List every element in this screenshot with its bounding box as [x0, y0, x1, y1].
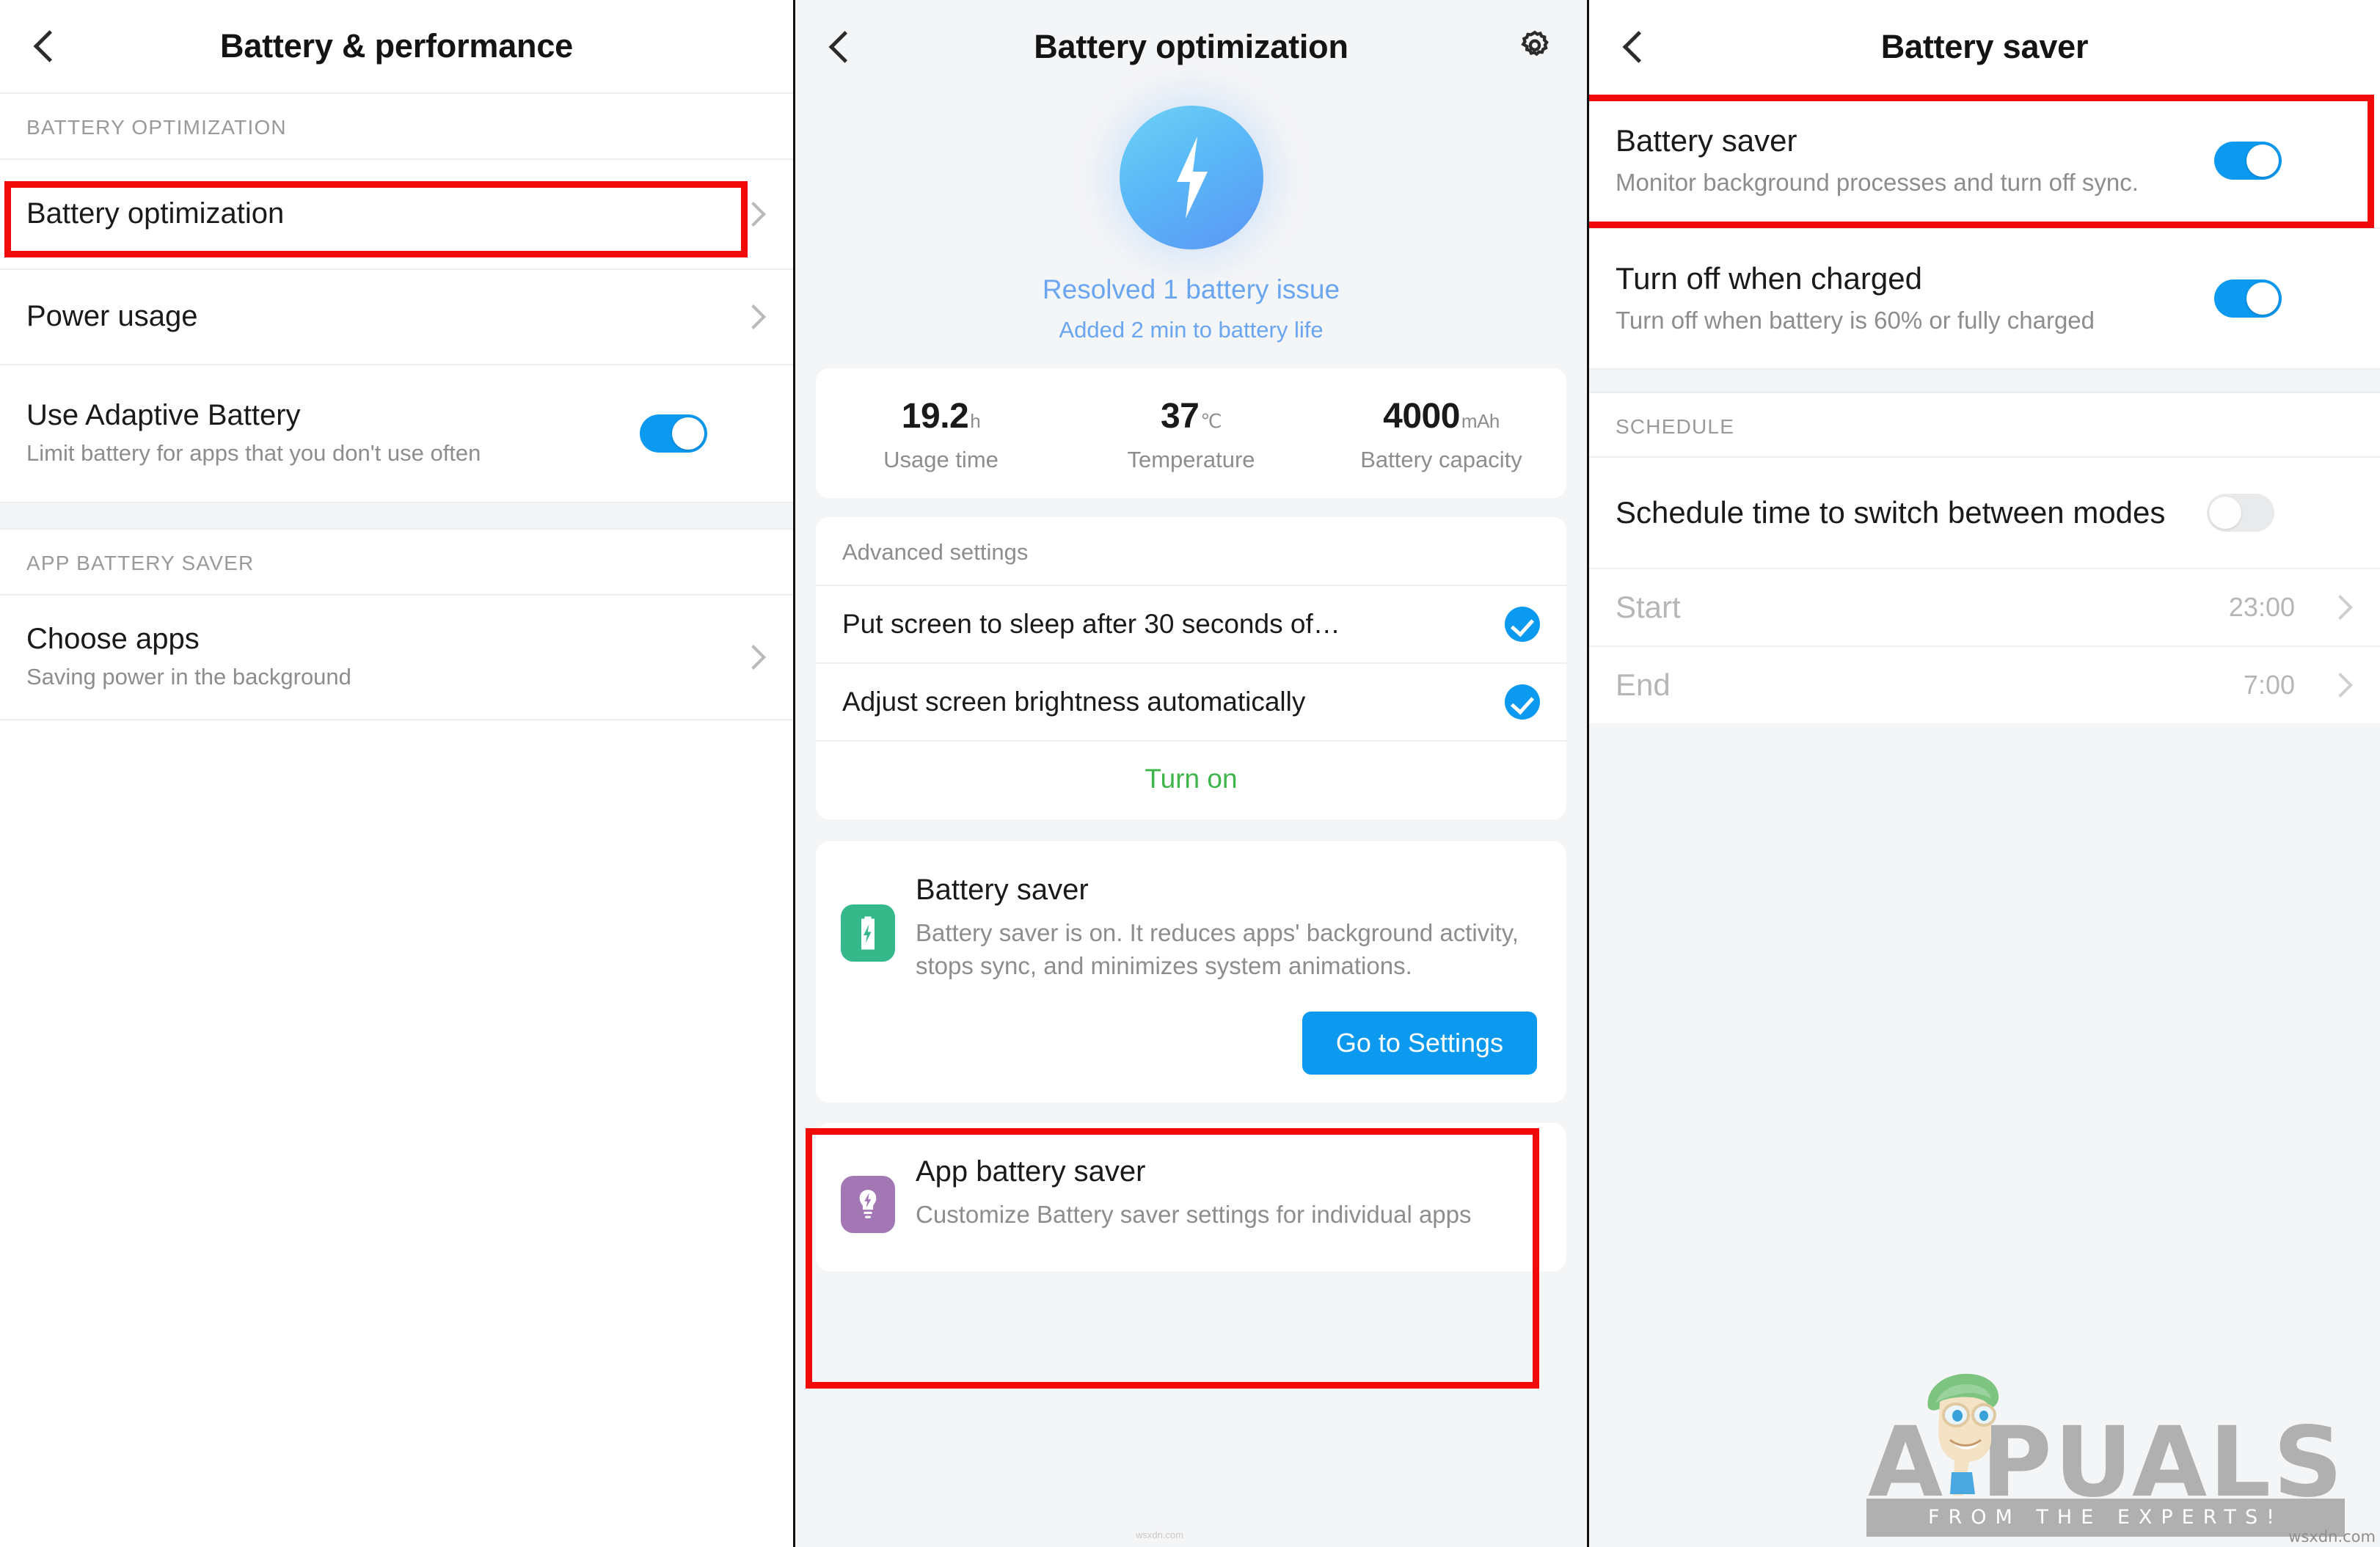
turn-off-when-charged-toggle[interactable] [2214, 279, 2282, 318]
battery-saver-toggle[interactable] [2214, 142, 2282, 180]
row-battery-optimization[interactable]: Battery optimization [0, 160, 793, 268]
section-gap [1589, 368, 2380, 393]
battery-saver-card[interactable]: Battery saver Battery saver is on. It re… [816, 841, 1566, 1103]
check-circle-icon[interactable] [1505, 607, 1540, 642]
page-title: Battery saver [1880, 28, 2089, 65]
hero-status: Resolved 1 battery issue Added 2 min to … [795, 94, 1587, 343]
row-value: 23:00 [2228, 592, 2295, 622]
row-subtitle: Turn off when battery is 60% or fully ch… [1616, 306, 2095, 334]
stats-card: 19.2h Usage time 37℃ Temperature 4000mAh… [816, 368, 1566, 498]
panel-battery-optimization: Battery optimization Resolved 1 battery … [795, 0, 1587, 1547]
advanced-item-label: Put screen to sleep after 30 seconds of… [842, 609, 1340, 639]
section-header-schedule: SCHEDULE [1589, 393, 2380, 456]
row-subtitle: Saving power in the background [26, 664, 351, 690]
card-title: App battery saver [916, 1155, 1146, 1188]
stat-unit: ℃ [1200, 410, 1222, 432]
advanced-item-label: Adjust screen brightness automatically [842, 687, 1306, 717]
lightning-bolt-icon [1119, 106, 1263, 249]
app-battery-saver-card[interactable]: App battery saver Customize Battery save… [816, 1123, 1566, 1272]
row-choose-apps[interactable]: Choose apps Saving power in the backgrou… [0, 596, 793, 719]
adaptive-battery-toggle[interactable] [640, 414, 707, 453]
row-turn-off-when-charged[interactable]: Turn off when charged Turn off when batt… [1589, 229, 2380, 368]
stat-caption: Temperature [1127, 447, 1255, 472]
row-schedule-start[interactable]: Start 23:00 [1589, 568, 2380, 646]
panel-battery-and-performance: Battery & performance BATTERY OPTIMIZATI… [0, 0, 793, 1547]
chevron-right-icon [2329, 673, 2354, 698]
stat-temperature: 37℃ Temperature [1066, 396, 1316, 473]
chevron-right-icon [2329, 595, 2354, 620]
panel1-appbar: Battery & performance [0, 0, 793, 94]
card-description: Customize Battery saver settings for ind… [916, 1201, 1472, 1229]
stat-value: 19.2 [901, 397, 969, 436]
toggle-knob [2246, 282, 2279, 315]
turn-on-button[interactable]: Turn on [816, 740, 1566, 819]
stat-usage-time: 19.2h Usage time [816, 396, 1066, 473]
panel-battery-saver: Battery saver Battery saver Monitor back… [1589, 0, 2380, 1547]
row-use-adaptive-battery[interactable]: Use Adaptive Battery Limit battery for a… [0, 365, 793, 502]
row-power-usage[interactable]: Power usage [0, 270, 793, 364]
row-value: 7:00 [2243, 670, 2295, 700]
empty-space [1589, 723, 2380, 1547]
page-title: Battery & performance [220, 27, 573, 65]
section-header-app-battery-saver: APP BATTERY SAVER [0, 530, 793, 594]
stat-value: 4000 [1383, 397, 1460, 436]
section-gap [0, 502, 793, 530]
row-schedule-time[interactable]: Schedule time to switch between modes [1589, 458, 2380, 568]
row-title: Battery saver [1616, 123, 1797, 158]
go-to-settings-button[interactable]: Go to Settings [1302, 1012, 1537, 1075]
section-header-battery-optimization: BATTERY OPTIMIZATION [0, 94, 793, 158]
row-subtitle: Limit battery for apps that you don't us… [26, 440, 481, 467]
chevron-right-icon [742, 202, 767, 227]
stat-caption: Battery capacity [1360, 447, 1522, 472]
battery-bolt-icon [841, 904, 895, 962]
toggle-knob [2246, 145, 2279, 177]
panel2-appbar: Battery optimization [795, 0, 1587, 94]
toggle-knob [2209, 497, 2241, 529]
row-label: Start [1616, 590, 1681, 624]
chevron-right-icon [742, 304, 767, 329]
advanced-settings-card: Advanced settings Put screen to sleep af… [816, 517, 1566, 819]
toggle-knob [672, 417, 704, 450]
row-title: Power usage [26, 300, 198, 333]
hero-subline: Added 2 min to battery life [1059, 317, 1324, 343]
schedule-toggle[interactable] [2207, 494, 2274, 532]
row-schedule-end[interactable]: End 7:00 [1589, 646, 2380, 723]
page-title: Battery optimization [1034, 28, 1348, 65]
advanced-item-auto-brightness[interactable]: Adjust screen brightness automatically [816, 662, 1566, 740]
screenshot-stage: Battery & performance BATTERY OPTIMIZATI… [0, 0, 2380, 1547]
chevron-right-icon [742, 645, 767, 670]
hero-headline: Resolved 1 battery issue [1042, 274, 1340, 304]
stat-unit: mAh [1461, 410, 1500, 432]
panel3-appbar: Battery saver [1589, 0, 2380, 94]
row-label: End [1616, 668, 1671, 702]
row-title: Choose apps [26, 622, 200, 655]
source-label: wsxdn.com [1136, 1529, 1184, 1540]
row-title: Battery optimization [26, 197, 285, 230]
row-title: Schedule time to switch between modes [1616, 495, 2166, 530]
row-title: Use Adaptive Battery [26, 398, 301, 431]
stat-battery-capacity: 4000mAh Battery capacity [1316, 396, 1566, 473]
bulb-bolt-icon [841, 1176, 895, 1234]
row-title: Turn off when charged [1616, 261, 1922, 296]
stat-value: 37 [1160, 397, 1200, 436]
row-battery-saver[interactable]: Battery saver Monitor background process… [1589, 94, 2380, 227]
divider [0, 719, 793, 720]
stat-unit: h [970, 410, 981, 432]
advanced-settings-header: Advanced settings [842, 539, 1029, 565]
stat-caption: Usage time [883, 447, 999, 472]
card-title: Battery saver [916, 874, 1089, 906]
check-circle-icon[interactable] [1505, 684, 1540, 720]
card-description: Battery saver is on. It reduces apps' ba… [916, 919, 1519, 980]
row-subtitle: Monitor background processes and turn of… [1616, 168, 2139, 196]
gear-icon[interactable] [1515, 27, 1555, 67]
advanced-item-screen-sleep[interactable]: Put screen to sleep after 30 seconds of… [816, 585, 1566, 662]
